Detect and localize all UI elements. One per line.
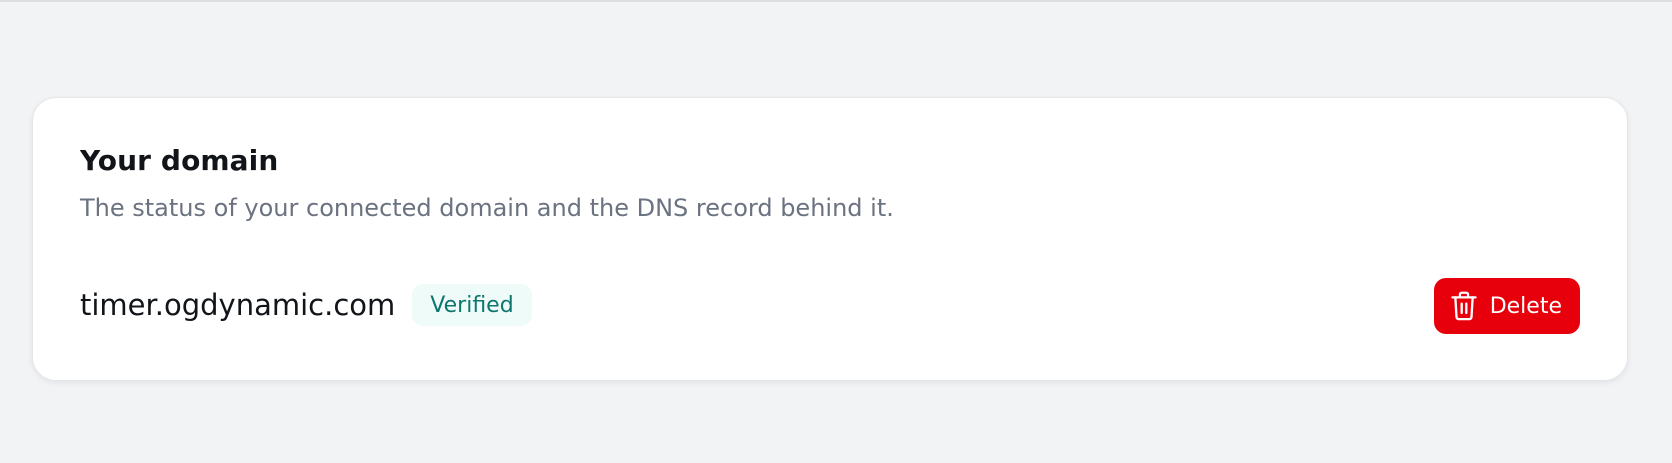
card-title: Your domain (80, 144, 279, 177)
delete-button-label: Delete (1489, 293, 1562, 319)
verified-status-badge: Verified (412, 284, 532, 326)
domain-row: timer.ogdynamic.com Verified (80, 284, 532, 326)
trash-icon (1450, 291, 1478, 321)
domain-card: Your domain The status of your connected… (32, 97, 1628, 381)
domain-name: timer.ogdynamic.com (80, 287, 396, 322)
delete-domain-button[interactable]: Delete (1433, 278, 1580, 334)
card-description: The status of your connected domain and … (80, 194, 894, 222)
top-divider (0, 0, 1672, 2)
